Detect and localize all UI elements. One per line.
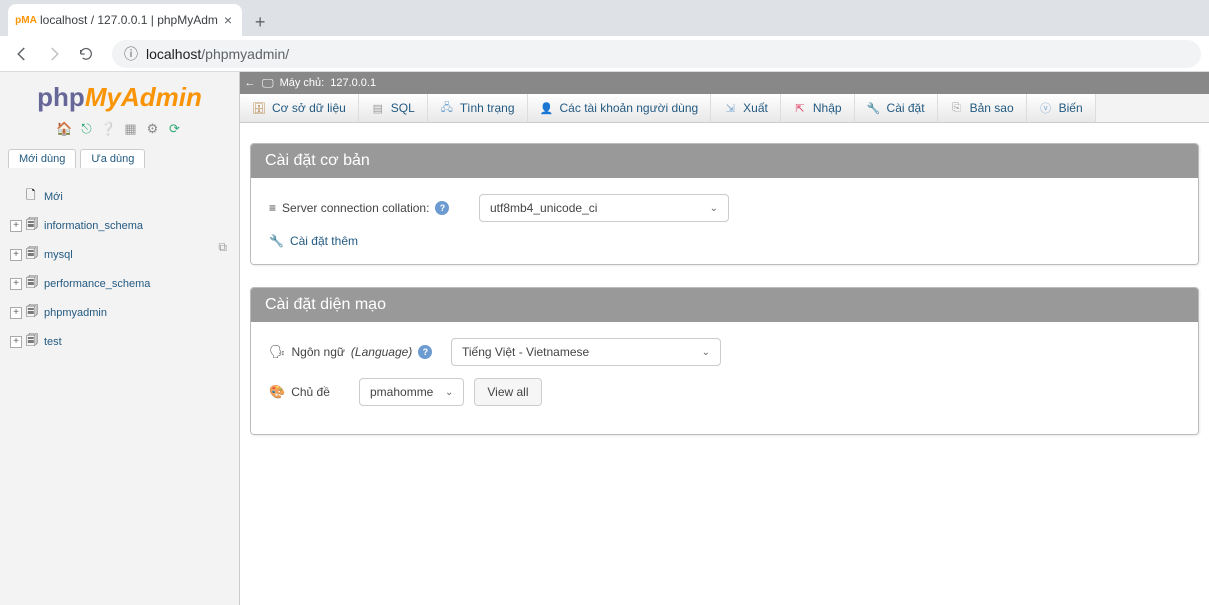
theme-icon: 🎨 (269, 384, 285, 400)
help-icon[interactable]: ? (435, 201, 449, 215)
browser-tab[interactable]: pMA localhost / 127.0.0.1 | phpMyAdm × (8, 4, 242, 36)
tab-import[interactable]: ⇱Nhập (781, 94, 855, 122)
expand-icon[interactable]: + (10, 249, 22, 261)
database-icon: 🗐 (26, 331, 40, 352)
forward-button[interactable] (40, 40, 68, 68)
replication-icon: ⎘ (950, 101, 964, 115)
pma-favicon: pMA (18, 12, 34, 28)
expand-icon[interactable]: + (10, 336, 22, 348)
new-tab-button[interactable]: + (246, 8, 274, 36)
tree-db-test[interactable]: + 🗐 test (10, 327, 239, 356)
wrench-icon: 🔧 (867, 101, 881, 115)
collation-icon: ≡ (269, 201, 276, 215)
tab-replication[interactable]: ⎘Bản sao (938, 94, 1027, 122)
link-icon[interactable]: ⧉ (218, 240, 227, 255)
export-icon: ⇲ (723, 101, 737, 115)
wrench-icon: 🔧 (269, 234, 284, 248)
content: Cài đặt cơ bản ≡ Server connection colla… (240, 123, 1209, 477)
url-bar[interactable]: ⓘ localhost/phpmyadmin/ (112, 40, 1201, 68)
databases-icon: 🗄 (252, 101, 266, 115)
docs-icon[interactable]: ❔ (101, 121, 117, 137)
main-area: ← 🖵 Máy chủ: 127.0.0.1 🗄Cơ sở dữ liệu ▤S… (240, 72, 1209, 605)
tab-databases[interactable]: 🗄Cơ sở dữ liệu (240, 94, 359, 122)
breadcrumb-server-value: 127.0.0.1 (330, 77, 376, 89)
info-icon: ⓘ (124, 44, 138, 64)
row-theme: 🎨 Chủ đề pmahomme ⌄ View all (269, 378, 1180, 406)
language-label: 🗣 Ngôn ngữ (Language) ? (269, 344, 441, 360)
language-icon: 🗣 (269, 344, 286, 360)
database-tree: 🗋 Mới + 🗐 information_schema + 🗐 mysql +… (0, 168, 239, 356)
tree-new-db[interactable]: 🗋 Mới (10, 182, 239, 211)
sidebar-tabs: Mới dùng Ưa dùng (8, 149, 239, 168)
gear-icon[interactable]: ⚙ (145, 121, 161, 137)
quick-icons: 🏠 ⎋ ❔ ▦ ⚙ ⟳ (0, 117, 239, 141)
browser-tab-strip: pMA localhost / 127.0.0.1 | phpMyAdm × + (0, 0, 1209, 36)
tree-db-phpmyadmin[interactable]: + 🗐 phpmyadmin (10, 298, 239, 327)
breadcrumb: ← 🖵 Máy chủ: 127.0.0.1 (240, 72, 1209, 94)
more-settings-link[interactable]: 🔧 Cài đặt thêm (269, 234, 1180, 248)
url-path: /phpmyadmin/ (201, 46, 289, 62)
collation-select[interactable]: utf8mb4_unicode_ci ⌄ (479, 194, 729, 222)
arrow-right-icon (45, 45, 63, 63)
new-db-icon: 🗋 (26, 186, 40, 207)
expand-icon[interactable]: + (10, 278, 22, 290)
row-collation: ≡ Server connection collation: ? utf8mb4… (269, 194, 1180, 222)
tab-variables[interactable]: ⓥBiến (1027, 94, 1096, 122)
home-icon[interactable]: 🏠 (57, 121, 73, 137)
collapse-sidebar-icon[interactable]: ← (244, 77, 256, 89)
theme-select[interactable]: pmahomme ⌄ (359, 378, 464, 406)
panel-general-title: Cài đặt cơ bản (251, 144, 1198, 178)
tree-db-mysql[interactable]: + 🗐 mysql (10, 240, 239, 269)
panel-appearance: Cài đặt diện mạo 🗣 Ngôn ngữ (Language) ?… (250, 287, 1199, 435)
sql-icon: ▤ (371, 101, 385, 115)
import-icon: ⇱ (793, 101, 807, 115)
panel-appearance-title: Cài đặt diện mạo (251, 288, 1198, 322)
users-icon: 👤 (540, 101, 554, 115)
sql-icon[interactable]: ▦ (123, 121, 139, 137)
language-select[interactable]: Tiếng Việt - Vietnamese ⌄ (451, 338, 721, 366)
expand-icon[interactable]: + (10, 307, 22, 319)
reload-icon[interactable]: ⟳ (167, 121, 183, 137)
expand-icon[interactable]: + (10, 220, 22, 232)
tree-db-information_schema[interactable]: + 🗐 information_schema (10, 211, 239, 240)
theme-label: 🎨 Chủ đề (269, 384, 349, 400)
tab-users[interactable]: 👤Các tài khoản người dùng (528, 94, 712, 122)
help-icon[interactable]: ? (418, 345, 432, 359)
tab-favorites[interactable]: Ưa dùng (80, 149, 145, 168)
database-icon: 🗐 (26, 273, 40, 294)
tree-db-performance_schema[interactable]: + 🗐 performance_schema (10, 269, 239, 298)
url-host: localhost (146, 46, 201, 62)
back-button[interactable] (8, 40, 36, 68)
tab-sql[interactable]: ▤SQL (359, 94, 428, 122)
arrow-left-icon (13, 45, 31, 63)
chevron-down-icon: ⌄ (445, 387, 453, 398)
phpmyadmin-logo[interactable]: phpMyAdmin (0, 72, 239, 117)
view-all-button[interactable]: View all (474, 378, 541, 406)
chevron-down-icon: ⌄ (702, 347, 710, 358)
breadcrumb-server-label: Máy chủ: (280, 77, 325, 89)
collation-label: ≡ Server connection collation: ? (269, 201, 469, 215)
close-icon[interactable]: × (224, 12, 232, 28)
tab-export[interactable]: ⇲Xuất (711, 94, 781, 122)
variables-icon: ⓥ (1039, 101, 1053, 115)
top-tabs: 🗄Cơ sở dữ liệu ▤SQL 🖧Tình trạng 👤Các tài… (240, 94, 1209, 123)
database-icon: 🗐 (26, 244, 40, 265)
sidebar: phpMyAdmin 🏠 ⎋ ❔ ▦ ⚙ ⟳ Mới dùng Ưa dùng … (0, 72, 240, 605)
tab-title: localhost / 127.0.0.1 | phpMyAdm (40, 13, 218, 27)
chevron-down-icon: ⌄ (710, 203, 718, 214)
panel-general: Cài đặt cơ bản ≡ Server connection colla… (250, 143, 1199, 265)
row-language: 🗣 Ngôn ngữ (Language) ? Tiếng Việt - Vie… (269, 338, 1180, 366)
reload-icon (78, 46, 94, 62)
logout-icon[interactable]: ⎋ (79, 121, 95, 137)
status-icon: 🖧 (440, 101, 454, 115)
database-icon: 🗐 (26, 215, 40, 236)
tab-recent[interactable]: Mới dùng (8, 149, 76, 168)
browser-toolbar: ⓘ localhost/phpmyadmin/ (0, 36, 1209, 72)
tab-status[interactable]: 🖧Tình trạng (428, 94, 528, 122)
database-icon: 🗐 (26, 302, 40, 323)
server-icon: 🖵 (262, 76, 274, 91)
tab-settings[interactable]: 🔧Cài đặt (855, 94, 938, 122)
reload-button[interactable] (72, 40, 100, 68)
